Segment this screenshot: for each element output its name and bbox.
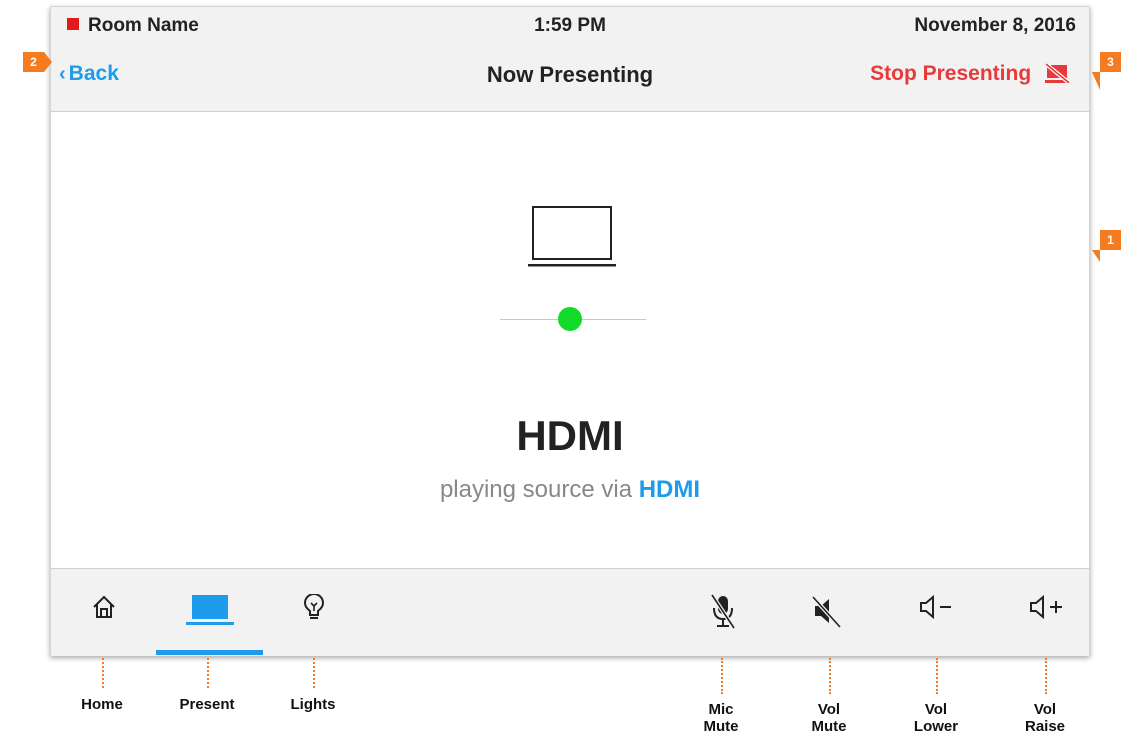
volume-down-icon <box>920 594 951 620</box>
mic-mute-button[interactable] <box>688 569 758 656</box>
label-vol-mute-line2: Mute <box>811 718 847 735</box>
callout-badge-1-tail <box>1092 250 1100 262</box>
leader-vol-lower <box>936 658 938 694</box>
callout-badge-3-tail <box>1092 72 1100 90</box>
present-icon <box>185 595 234 625</box>
source-status-indicator <box>558 307 582 331</box>
lights-button[interactable] <box>279 569 349 656</box>
leader-lights <box>313 658 315 688</box>
vol-mute-button[interactable] <box>791 569 861 656</box>
leader-home <box>102 658 104 688</box>
nav-bar: ‹ Back Now Presenting Stop Presenting <box>51 45 1089 112</box>
home-icon <box>93 595 115 618</box>
stop-share-icon <box>1044 62 1070 89</box>
label-lights: Lights <box>290 696 336 713</box>
label-mic-mute-line2: Mute <box>703 718 739 735</box>
label-vol-mute-line1: Vol <box>817 701 841 718</box>
status-bar: Room Name 1:59 PM November 8, 2016 <box>51 7 1089 45</box>
label-mic-mute-line1: Mic <box>708 701 734 718</box>
leader-vol-mute <box>829 658 831 694</box>
leader-present <box>207 658 209 688</box>
vol-raise-button[interactable] <box>1012 569 1082 656</box>
callout-badge-2: 2 <box>23 52 44 72</box>
volume-mute-icon <box>811 595 842 629</box>
source-title: HDMI <box>516 412 624 459</box>
label-vol-lower-line2: Lower <box>913 718 959 735</box>
label-vol-lower: Vol Lower <box>896 701 976 735</box>
source-subtitle-source: HDMI <box>638 476 701 503</box>
vol-lower-button[interactable] <box>902 569 972 656</box>
callout-badge-3: 3 <box>1100 52 1121 72</box>
leader-mic-mute <box>721 658 723 694</box>
stop-presenting-label: Stop Presenting <box>870 62 1032 85</box>
label-vol-mute: Vol Mute <box>789 701 869 735</box>
stop-presenting-button[interactable]: Stop Presenting <box>870 62 1070 89</box>
volume-up-icon <box>1030 594 1062 620</box>
source-subtitle-prefix: playing source via <box>439 476 633 503</box>
label-vol-lower-line1: Vol <box>924 701 948 718</box>
lightbulb-icon <box>304 594 324 619</box>
date: November 8, 2016 <box>914 15 1076 36</box>
home-button[interactable] <box>69 569 139 656</box>
laptop-icon <box>527 205 617 274</box>
label-home: Home <box>81 696 123 713</box>
label-vol-raise-line1: Vol <box>1033 701 1057 718</box>
label-vol-raise-line2: Raise <box>1024 718 1066 735</box>
bottom-nav <box>51 568 1089 656</box>
label-present: Present <box>179 696 235 713</box>
source-subtitle: playing source via HDMI <box>51 476 1089 504</box>
callout-badge-1: 1 <box>1100 230 1121 250</box>
touch-panel: Room Name 1:59 PM November 8, 2016 ‹ Back… <box>50 6 1090 656</box>
label-vol-raise: Vol Raise <box>1005 701 1085 735</box>
callout-badge-2-tail <box>44 52 52 72</box>
mic-mute-icon <box>710 594 736 630</box>
present-button[interactable] <box>156 569 263 656</box>
leader-vol-raise <box>1045 658 1047 694</box>
presenting-content: HDMI playing source via HDMI <box>51 112 1089 568</box>
label-mic-mute: Mic Mute <box>681 701 761 735</box>
active-tab-indicator <box>156 650 263 655</box>
